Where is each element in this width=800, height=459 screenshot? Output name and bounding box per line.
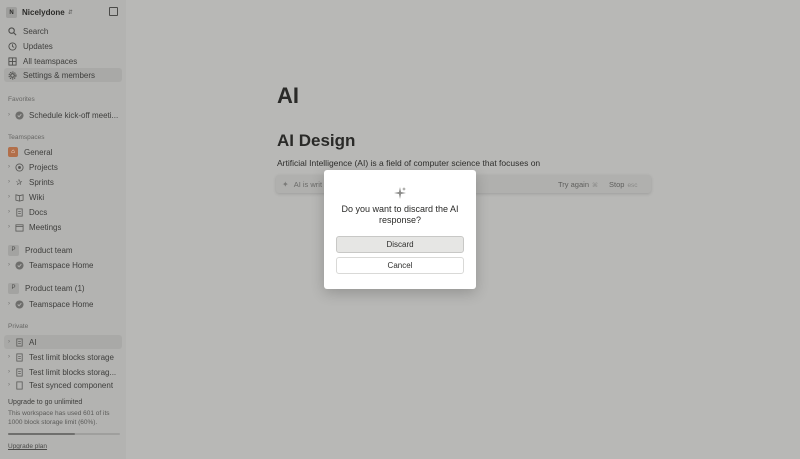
tree-label: Test synced component (29, 380, 114, 390)
dialog-question: Do you want to discard the AI response? (341, 204, 459, 225)
tree-label: Docs (29, 207, 48, 217)
try-again-label: Try again (558, 179, 589, 189)
page-paragraph[interactable]: Artificial Intelligence (AI) is a field … (277, 158, 540, 168)
caret-right-icon[interactable]: › (4, 224, 14, 230)
sidebar: N Nicelydone ⇵ Search Updates All teamsp… (0, 0, 126, 459)
section-favorites: Favorites (8, 96, 35, 103)
stop-shortcut: esc (627, 181, 638, 189)
teamspace-item-docs[interactable]: › Docs (4, 205, 122, 219)
teamspace-item-projects[interactable]: › Projects (4, 160, 122, 174)
nav-label: Search (23, 26, 49, 36)
upgrade-description: This workspace has used 601 of its 1000 … (8, 410, 110, 426)
caret-right-icon[interactable]: › (4, 354, 14, 360)
chevron-updown-icon: ⇵ (67, 10, 73, 16)
book-icon (14, 192, 24, 202)
tree-label: Teamspace Home (29, 299, 94, 309)
search-icon (8, 26, 17, 36)
calendar-icon (14, 222, 24, 232)
cancel-button[interactable]: Cancel (336, 257, 464, 274)
upgrade-title: Upgrade to go unlimited (8, 399, 83, 406)
tree-label: AI (29, 337, 37, 347)
tree-label: Product team (25, 245, 73, 255)
tree-label: Teamspace Home (29, 260, 94, 270)
page-heading[interactable]: AI Design (277, 131, 355, 151)
team-avatar: P (8, 244, 19, 256)
nav-label: Updates (23, 41, 53, 51)
caret-right-icon[interactable]: › (4, 301, 14, 307)
nav-all-teamspaces[interactable]: All teamspaces (4, 54, 122, 68)
nav-label: All teamspaces (23, 56, 78, 66)
stop-button[interactable]: Stop esc (609, 180, 638, 189)
ai-status-text: AI is writ (293, 179, 323, 189)
private-item[interactable]: › Test limit blocks storag... (4, 365, 122, 379)
teamspace-general[interactable]: ⌂ General (4, 145, 122, 159)
teamspace-product-team-1[interactable]: P Product team (1) (4, 281, 122, 295)
nav-settings-members[interactable]: Settings & members (4, 68, 122, 82)
favorite-item[interactable]: › Schedule kick-off meeti... (4, 108, 122, 122)
document-icon (14, 207, 24, 217)
tree-label: Projects (29, 162, 58, 172)
caret-right-icon[interactable]: › (4, 262, 14, 268)
clock-icon (8, 41, 17, 51)
sparkle-icon: ✦ (282, 179, 289, 189)
teamspace-product-team[interactable]: P Product team (4, 243, 122, 257)
discard-button[interactable]: Discard (336, 236, 464, 253)
tree-label: Product team (1) (25, 283, 85, 293)
caret-right-icon[interactable]: › (4, 164, 14, 170)
caret-right-icon[interactable]: › (4, 194, 14, 200)
nav-updates[interactable]: Updates (4, 39, 122, 53)
try-again-button[interactable]: Try again ⌘ (558, 180, 598, 189)
teamspace-item-sprints[interactable]: › ✰ Sprints (4, 175, 122, 189)
tree-label: Test limit blocks storage (29, 352, 114, 362)
teamspace-item-wiki[interactable]: › Wiki (4, 190, 122, 204)
document-icon (14, 352, 24, 362)
teamspace-home[interactable]: › Teamspace Home (4, 258, 122, 272)
stop-label: Stop (609, 179, 625, 189)
document-icon (14, 380, 24, 390)
check-circle-icon (14, 260, 24, 270)
try-again-shortcut: ⌘ (592, 182, 598, 189)
section-teamspaces: Teamspaces (8, 134, 45, 141)
discard-dialog: Do you want to discard the AI response? … (324, 170, 476, 289)
caret-right-icon[interactable]: › (4, 369, 14, 375)
section-private: Private (8, 323, 29, 330)
workspace-avatar: N (6, 7, 17, 18)
new-page-icon[interactable] (109, 7, 118, 16)
private-item[interactable]: › Test synced component (4, 380, 122, 390)
tree-label: Meetings (29, 222, 62, 232)
gear-icon (8, 71, 17, 80)
check-circle-icon (14, 110, 24, 120)
check-circle-icon (14, 299, 24, 309)
nav-search[interactable]: Search (4, 24, 122, 38)
workspace-name: Nicelydone (22, 8, 65, 17)
sparkle-icon (394, 187, 406, 199)
caret-right-icon[interactable]: › (4, 179, 14, 185)
tree-label: Test limit blocks storag... (29, 367, 117, 377)
tree-label: General (24, 147, 53, 157)
caret-right-icon[interactable]: › (4, 382, 14, 388)
private-item-ai[interactable]: › AI (4, 335, 122, 349)
page-title[interactable]: AI (277, 83, 299, 109)
tree-label: Schedule kick-off meeti... (29, 110, 119, 120)
house-icon: ⌂ (8, 147, 18, 157)
target-icon (14, 162, 24, 172)
storage-progress-fill (8, 433, 76, 435)
team-avatar: P (8, 282, 19, 294)
storage-progress-bar (8, 433, 120, 435)
nav-label: Settings & members (23, 70, 96, 80)
teamspace-item-meetings[interactable]: › Meetings (4, 220, 122, 234)
document-icon (14, 337, 24, 347)
grid-icon (8, 56, 17, 66)
private-item[interactable]: › Test limit blocks storage (4, 350, 122, 364)
caret-right-icon[interactable]: › (4, 112, 14, 118)
caret-right-icon[interactable]: › (4, 339, 14, 345)
document-icon (14, 367, 24, 377)
upgrade-plan-link[interactable]: Upgrade plan (8, 443, 47, 450)
workspace-switcher[interactable]: N Nicelydone ⇵ (6, 5, 120, 20)
caret-right-icon[interactable]: › (4, 209, 14, 215)
tree-label: Sprints (29, 177, 54, 187)
run-icon: ✰ (15, 177, 23, 187)
tree-label: Wiki (29, 192, 45, 202)
teamspace-home[interactable]: › Teamspace Home (4, 297, 122, 311)
